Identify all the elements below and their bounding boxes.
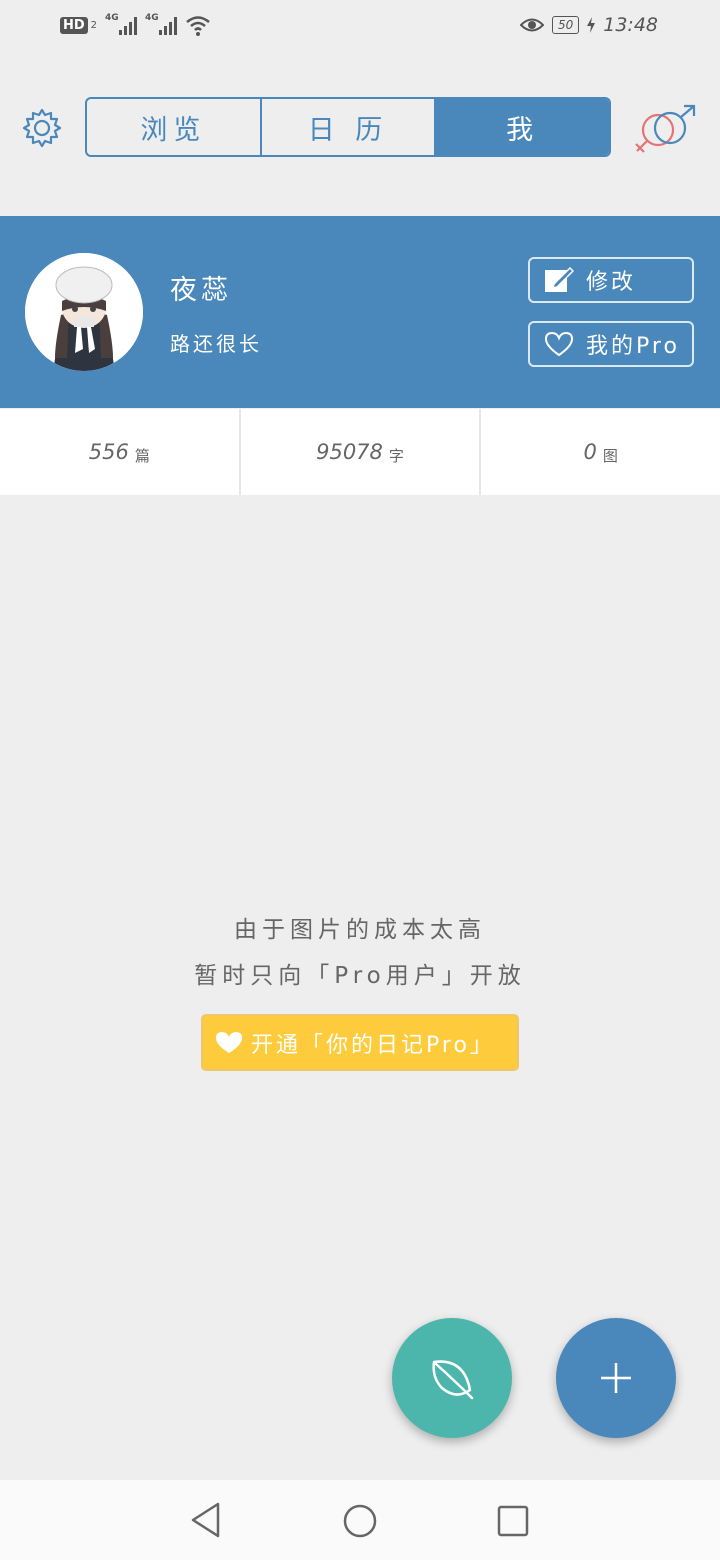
profile-motto: 路还很长 xyxy=(170,332,262,356)
heart-icon xyxy=(216,1031,242,1053)
stat-unit: 图 xyxy=(602,446,618,465)
status-left: HD 2 4G 4G xyxy=(60,13,211,36)
activate-pro-button[interactable]: 开通「你的日记Pro」 xyxy=(201,1014,519,1071)
home-icon[interactable] xyxy=(342,1503,378,1539)
stat-entries[interactable]: 556 篇 xyxy=(0,409,239,495)
signal-icon-2: 4G xyxy=(145,13,178,35)
heart-icon xyxy=(544,331,574,357)
activate-pro-label: 开通「你的日记Pro」 xyxy=(251,1032,495,1058)
tab-browse[interactable]: 浏览 xyxy=(87,99,260,155)
edit-label: 修改 xyxy=(586,270,637,295)
stat-unit: 字 xyxy=(388,446,404,465)
gender-icon[interactable] xyxy=(632,104,698,156)
tab-group: 浏览 日 历 我 xyxy=(85,97,611,157)
stat-words[interactable]: 95078 字 xyxy=(238,409,480,495)
profile-card: 夜蕊 路还很长 修改 我的Pro xyxy=(0,216,720,408)
stat-value: 556 xyxy=(88,440,129,464)
signal-icon: 4G xyxy=(105,13,138,35)
avatar[interactable] xyxy=(25,253,143,371)
eye-icon xyxy=(519,18,544,32)
wifi-icon xyxy=(186,16,210,36)
status-bar: HD 2 4G 4G 50 13:48 xyxy=(0,0,720,56)
stat-unit: 篇 xyxy=(134,446,150,465)
edit-icon xyxy=(545,266,574,292)
hd-badge: HD xyxy=(60,16,88,34)
info-line-1: 由于图片的成本太高 xyxy=(234,917,486,943)
system-nav-bar xyxy=(0,1480,720,1560)
top-nav: 浏览 日 历 我 xyxy=(0,96,720,160)
status-right: 50 13:48 xyxy=(519,14,658,36)
tab-calendar[interactable]: 日 历 xyxy=(259,99,435,155)
signal-label: 4G xyxy=(105,13,119,23)
stat-value: 95078 xyxy=(316,440,383,464)
profile-name: 夜蕊 xyxy=(170,275,232,306)
clock: 13:48 xyxy=(603,14,658,36)
recents-icon[interactable] xyxy=(496,1504,530,1538)
my-pro-label: 我的Pro xyxy=(586,334,680,359)
edit-button[interactable]: 修改 xyxy=(528,257,694,303)
hd-sub: 2 xyxy=(90,19,98,31)
stat-value: 0 xyxy=(583,440,597,464)
stats-row: 556 篇 95078 字 0 图 xyxy=(0,409,720,495)
add-entry-button[interactable] xyxy=(556,1318,676,1438)
battery-level: 50 xyxy=(551,16,580,34)
back-icon[interactable] xyxy=(190,1502,222,1538)
leaf-button[interactable] xyxy=(392,1318,512,1438)
my-pro-button[interactable]: 我的Pro xyxy=(528,321,694,367)
signal-label-2: 4G xyxy=(145,13,159,23)
stat-images[interactable]: 0 图 xyxy=(479,409,720,495)
avatar-image xyxy=(25,253,143,371)
charging-icon xyxy=(587,17,596,33)
plus-icon xyxy=(601,1363,631,1393)
tab-me[interactable]: 我 xyxy=(434,99,609,155)
gear-icon[interactable] xyxy=(22,108,62,148)
info-line-2: 暂时只向「Pro用户」开放 xyxy=(194,963,526,989)
leaf-icon xyxy=(432,1360,474,1400)
